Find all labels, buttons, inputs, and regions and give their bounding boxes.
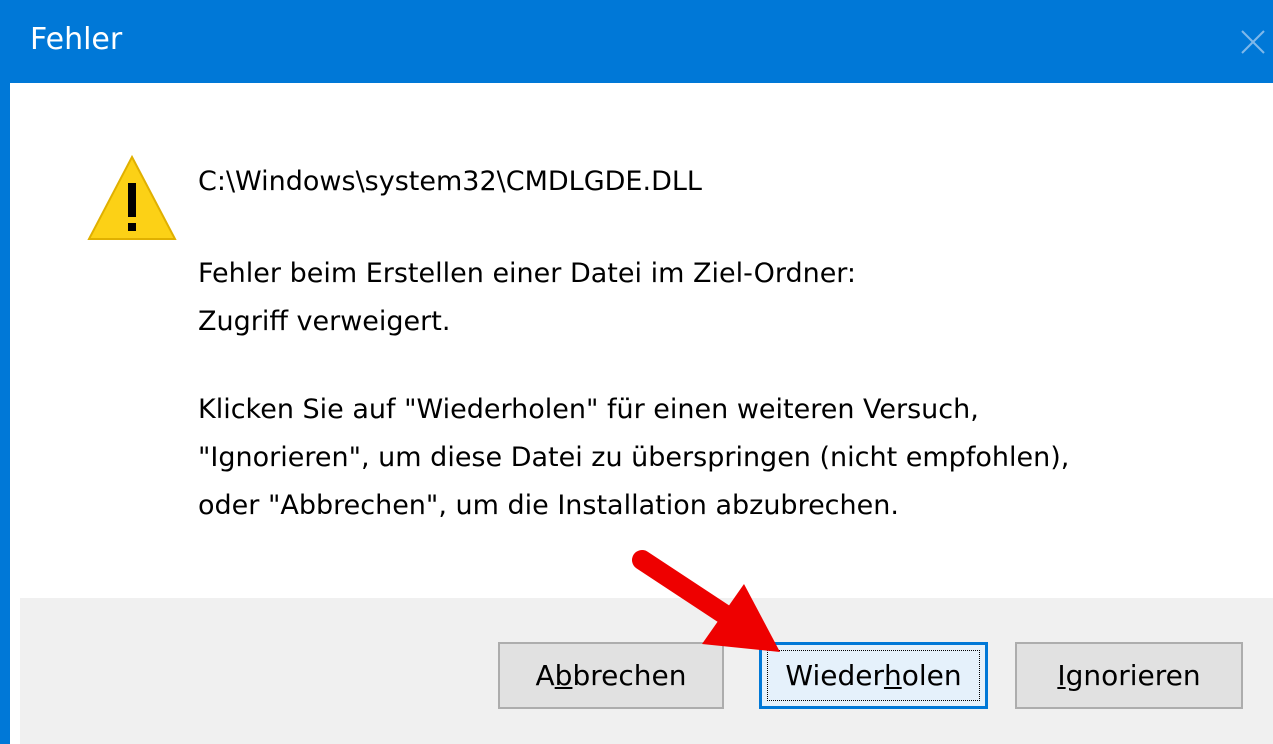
button-bar: Ab brechen Wieder h olen Ignorieren xyxy=(20,598,1273,744)
error-text-line-2: Zugriff verweigert. xyxy=(198,306,451,337)
title-bar[interactable]: Fehler xyxy=(10,0,1273,83)
abort-button[interactable]: Ab brechen xyxy=(498,642,724,709)
ignore-button[interactable]: Ignorieren xyxy=(1015,642,1243,709)
dialog-title: Fehler xyxy=(30,22,123,57)
error-text-line-1: Fehler beim Erstellen einer Datei im Zie… xyxy=(198,258,857,289)
retry-label-accel: h xyxy=(883,659,902,692)
message-area: C:\Windows\system32\CMDLGDE.DLL Fehler b… xyxy=(20,83,1273,598)
abort-label-pre: A xyxy=(535,659,555,692)
error-dialog: Fehler C:\Windows\system32\CMDLGDE.DLL F… xyxy=(0,0,1273,744)
ignore-label-accel: I xyxy=(1057,659,1066,692)
close-icon xyxy=(1240,29,1265,54)
close-button[interactable] xyxy=(1222,0,1273,83)
hint-text-line-2: "Ignorieren", um diese Datei zu überspri… xyxy=(198,442,1070,473)
warning-icon xyxy=(87,154,177,240)
abort-label-accel: b xyxy=(554,659,573,692)
hint-text-line-1: Klicken Sie auf "Wiederholen" für einen … xyxy=(198,394,979,425)
abort-label-post: brechen xyxy=(572,659,687,692)
retry-label-pre: Wieder xyxy=(785,659,884,692)
retry-button[interactable]: Wieder h olen xyxy=(759,642,988,709)
file-path-text: C:\Windows\system32\CMDLGDE.DLL xyxy=(198,166,702,197)
retry-label-post: olen xyxy=(901,659,962,692)
hint-text-line-3: oder "Abbrechen", um die Installation ab… xyxy=(198,490,899,521)
ignore-label-post: gnorieren xyxy=(1065,659,1201,692)
